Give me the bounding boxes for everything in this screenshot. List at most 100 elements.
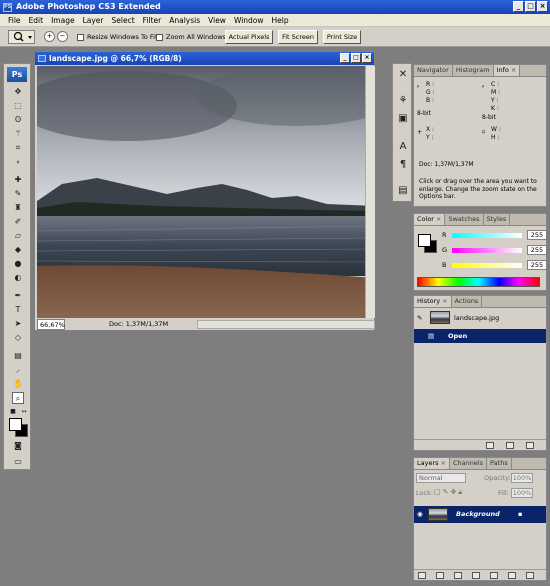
print-size-button[interactable]: Print Size — [323, 30, 361, 44]
document-minimize-button[interactable]: _ — [340, 53, 350, 63]
move-tool-icon[interactable]: ✥ — [12, 86, 24, 98]
menu-layer[interactable]: Layer — [79, 16, 108, 25]
zoom-out-icon[interactable]: − — [57, 31, 68, 42]
tab-styles[interactable]: Styles — [484, 214, 511, 225]
lasso-tool-icon[interactable]: ʘ — [12, 114, 24, 126]
layer-mask-icon[interactable] — [454, 572, 462, 579]
blue-slider[interactable] — [452, 262, 522, 268]
actual-pixels-button[interactable]: Actual Pixels — [225, 30, 273, 44]
eyedropper2-tool-icon[interactable]: ⸝ — [12, 364, 24, 376]
healing-brush-tool-icon[interactable]: ✚ — [12, 174, 24, 186]
tool-preset-picker[interactable] — [8, 30, 35, 44]
marquee-tool-icon[interactable]: ⬚ — [12, 100, 24, 112]
layer-row-background[interactable]: ◉ Background ▪ — [414, 506, 546, 523]
hand-tool-icon[interactable]: ✋ — [12, 378, 24, 390]
menu-select[interactable]: Select — [108, 16, 139, 25]
snapshot-icon[interactable] — [506, 442, 514, 449]
new-document-icon[interactable] — [486, 442, 494, 449]
close-icon[interactable]: × — [442, 297, 447, 305]
fit-screen-button[interactable]: Fit Screen — [278, 30, 318, 44]
checkbox-box[interactable] — [156, 33, 163, 41]
eyedropper-tool-icon[interactable]: ⸗ — [12, 156, 24, 168]
menu-help[interactable]: Help — [268, 16, 293, 25]
layer-comps-icon[interactable]: ▤ — [396, 184, 410, 198]
blue-value-input[interactable]: 255 — [527, 260, 547, 270]
trash-icon[interactable] — [526, 442, 534, 449]
group-icon[interactable] — [490, 572, 498, 579]
tab-layers[interactable]: Layers × — [414, 458, 450, 469]
crop-tool-icon[interactable]: ⌗ — [12, 142, 24, 154]
resize-windows-checkbox[interactable]: Resize Windows To Fit — [77, 33, 158, 41]
tab-channels[interactable]: Channels — [450, 458, 488, 469]
paragraph-icon[interactable]: ¶ — [396, 158, 410, 172]
tab-color[interactable]: Color × — [414, 214, 446, 225]
clone-source-icon[interactable]: ▣ — [396, 112, 410, 126]
eraser-tool-icon[interactable]: ▱ — [12, 230, 24, 242]
shape-tool-icon[interactable]: ◇ — [12, 332, 24, 344]
document-maximize-button[interactable]: □ — [351, 53, 361, 63]
tab-histogram[interactable]: Histogram — [453, 65, 494, 76]
paint-bucket-tool-icon[interactable]: ◆ — [12, 244, 24, 256]
history-brush-tool-icon[interactable]: ✐ — [12, 216, 24, 228]
checkbox-box[interactable] — [77, 33, 84, 41]
color-ramp[interactable] — [417, 277, 540, 287]
history-step-row[interactable]: ▤ Open — [414, 329, 546, 343]
menu-filter[interactable]: Filter — [139, 16, 166, 25]
tab-navigator[interactable]: Navigator — [414, 65, 453, 76]
fill-input[interactable]: 100% — [511, 488, 533, 498]
minimize-button[interactable]: _ — [513, 1, 524, 12]
horizontal-scrollbar[interactable] — [197, 320, 375, 329]
layer-style-icon[interactable] — [436, 572, 444, 579]
swap-colors-icon[interactable]: ↔ — [18, 406, 30, 418]
quick-mask-icon[interactable]: ◙ — [12, 440, 24, 452]
document-close-button[interactable]: × — [362, 53, 372, 63]
tab-swatches[interactable]: Swatches — [445, 214, 484, 225]
zoom-all-windows-checkbox[interactable]: Zoom All Windows — [156, 33, 226, 41]
close-icon[interactable]: × — [441, 459, 446, 467]
foreground-color-swatch[interactable] — [9, 418, 22, 431]
menu-window[interactable]: Window — [230, 16, 268, 25]
green-slider[interactable] — [452, 247, 522, 253]
magic-wand-tool-icon[interactable]: ⚚ — [12, 128, 24, 140]
maximize-button[interactable]: □ — [525, 1, 536, 12]
tab-paths[interactable]: Paths — [487, 458, 512, 469]
green-value-input[interactable]: 255 — [527, 245, 547, 255]
menu-analysis[interactable]: Analysis — [165, 16, 204, 25]
opacity-input[interactable]: 100% — [511, 473, 533, 483]
document-title-bar[interactable]: landscape.jpg @ 66,7% (RGB/8) _ □ × — [35, 52, 374, 65]
menu-file[interactable]: File — [4, 16, 25, 25]
new-layer-icon[interactable] — [508, 572, 516, 579]
menu-view[interactable]: View — [204, 16, 230, 25]
color-panel-foreground-swatch[interactable] — [418, 234, 431, 247]
red-slider[interactable] — [452, 232, 522, 238]
tab-info[interactable]: Info × — [493, 65, 521, 76]
adjustment-layer-icon[interactable] — [472, 572, 480, 579]
tools-presets-icon[interactable]: ✕ — [396, 68, 410, 82]
zoom-in-icon[interactable]: + — [44, 31, 55, 42]
red-value-input[interactable]: 255 — [527, 230, 547, 240]
document-canvas[interactable] — [37, 66, 375, 318]
lock-icons[interactable]: □✎✥🔒︎ — [434, 488, 464, 497]
close-icon[interactable]: × — [436, 215, 441, 223]
vertical-scrollbar[interactable] — [365, 66, 375, 318]
history-snapshot-row[interactable]: ✎ landscape.jpg — [414, 310, 546, 327]
delete-layer-icon[interactable] — [526, 572, 534, 579]
blend-mode-select[interactable]: Normal — [416, 473, 466, 483]
app-title-bar[interactable]: PS Adobe Photoshop CS3 Extended _ □ × — [0, 0, 550, 14]
dodge-tool-icon[interactable]: ◐ — [12, 272, 24, 284]
zoom-level-field[interactable]: 66,67% — [37, 319, 65, 330]
blur-tool-icon[interactable]: ● — [12, 258, 24, 270]
character-icon[interactable]: A — [396, 140, 410, 154]
brushes-icon[interactable]: ⚘ — [396, 94, 410, 108]
type-tool-icon[interactable]: T — [12, 304, 24, 316]
close-button[interactable]: × — [537, 1, 548, 12]
close-icon[interactable]: × — [511, 66, 516, 74]
menu-image[interactable]: Image — [47, 16, 79, 25]
menu-edit[interactable]: Edit — [25, 16, 48, 25]
path-selection-tool-icon[interactable]: ➤ — [12, 318, 24, 330]
tab-history[interactable]: History × — [414, 296, 452, 307]
document-size-info[interactable]: Doc: 1,37M/1,37M — [109, 319, 168, 330]
clone-stamp-tool-icon[interactable]: ♜ — [12, 202, 24, 214]
zoom-tool-icon[interactable]: ⌕ — [12, 392, 24, 404]
tab-actions[interactable]: Actions — [452, 296, 483, 307]
